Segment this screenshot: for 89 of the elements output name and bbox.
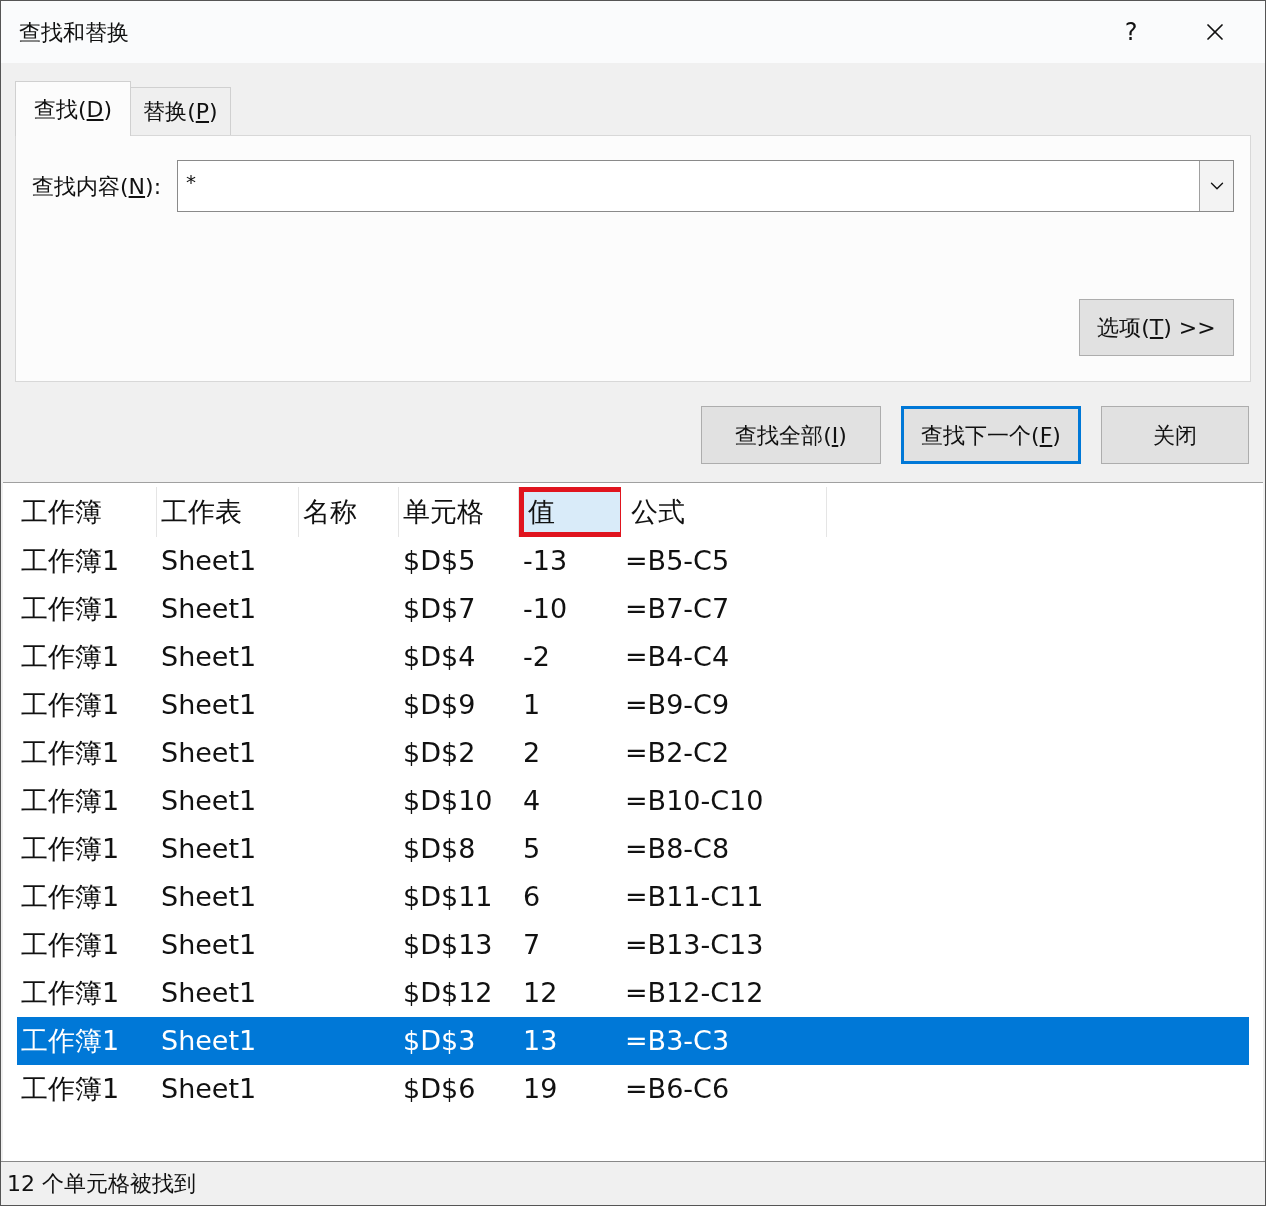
table-cell: 工作簿1 bbox=[21, 1072, 120, 1104]
table-cell: 工作簿1 bbox=[21, 544, 120, 576]
table-cell: 2 bbox=[523, 736, 541, 768]
result-row[interactable]: 工作簿1 Sheet1 $D$5 -13 =B5-C5 bbox=[17, 537, 1249, 585]
table-cell: 工作簿1 bbox=[21, 784, 120, 816]
result-row[interactable]: 工作簿1 Sheet1 $D$3 13 =B3-C3 bbox=[17, 1017, 1249, 1065]
table-cell: $D$11 bbox=[403, 880, 493, 912]
status-text: 12 个单元格被找到 bbox=[7, 1170, 196, 1198]
table-cell: 4 bbox=[523, 784, 541, 816]
table-cell: $D$13 bbox=[403, 928, 493, 960]
table-cell: $D$6 bbox=[403, 1072, 476, 1104]
table-cell: =B3-C3 bbox=[625, 1024, 730, 1056]
table-cell: $D$4 bbox=[403, 640, 476, 672]
find-combobox[interactable]: * bbox=[177, 160, 1234, 212]
column-header[interactable]: 公式 bbox=[627, 487, 827, 537]
table-cell: Sheet1 bbox=[161, 688, 257, 720]
tab[interactable]: 替换(P) bbox=[131, 87, 231, 135]
table-cell: Sheet1 bbox=[161, 640, 257, 672]
table-cell: -13 bbox=[523, 544, 568, 576]
result-row[interactable]: 工作簿1 Sheet1 $D$12 12 =B12-C12 bbox=[17, 969, 1249, 1017]
table-cell: 5 bbox=[523, 832, 541, 864]
table-cell: 13 bbox=[523, 1024, 558, 1056]
table-cell: 6 bbox=[523, 880, 541, 912]
table-cell: 工作簿1 bbox=[21, 1024, 120, 1056]
table-cell: 7 bbox=[523, 928, 541, 960]
table-cell: Sheet1 bbox=[161, 1024, 257, 1056]
table-cell: $D$3 bbox=[403, 1024, 476, 1056]
table-cell: Sheet1 bbox=[161, 832, 257, 864]
table-cell: 12 bbox=[523, 976, 558, 1008]
table-cell: 工作簿1 bbox=[21, 640, 120, 672]
table-cell: Sheet1 bbox=[161, 544, 257, 576]
table-cell: $D$8 bbox=[403, 832, 476, 864]
table-cell: 工作簿1 bbox=[21, 880, 120, 912]
dialog-button[interactable]: 查找下一个(F) bbox=[901, 406, 1081, 464]
table-cell: Sheet1 bbox=[161, 880, 257, 912]
table-cell: =B11-C11 bbox=[625, 880, 764, 912]
table-cell: 工作簿1 bbox=[21, 928, 120, 960]
dialog-button[interactable]: 查找全部(I) bbox=[701, 406, 881, 464]
table-cell: =B2-C2 bbox=[625, 736, 730, 768]
dialog-button[interactable]: 关闭 bbox=[1101, 406, 1249, 464]
table-cell: =B13-C13 bbox=[625, 928, 764, 960]
options-button[interactable]: 选项(T) >> bbox=[1079, 299, 1234, 356]
table-cell: $D$10 bbox=[403, 784, 493, 816]
table-cell: =B8-C8 bbox=[625, 832, 730, 864]
table-cell: 工作簿1 bbox=[21, 592, 120, 624]
result-row[interactable]: 工作簿1 Sheet1 $D$8 5 =B8-C8 bbox=[17, 825, 1249, 873]
table-cell: 工作簿1 bbox=[21, 976, 120, 1008]
window-title: 查找和替换 bbox=[19, 18, 130, 47]
table-cell: Sheet1 bbox=[161, 736, 257, 768]
table-cell: $D$5 bbox=[403, 544, 476, 576]
table-cell: =B12-C12 bbox=[625, 976, 764, 1008]
column-header[interactable]: 工作表 bbox=[157, 487, 299, 537]
table-cell: Sheet1 bbox=[161, 592, 257, 624]
table-cell: =B9-C9 bbox=[625, 688, 730, 720]
table-cell: -2 bbox=[523, 640, 550, 672]
tab[interactable]: 查找(D) bbox=[15, 81, 132, 136]
table-cell: 工作簿1 bbox=[21, 832, 120, 864]
table-cell: $D$2 bbox=[403, 736, 476, 768]
table-cell: =B10-C10 bbox=[625, 784, 764, 816]
find-label: 查找内容(N): bbox=[32, 172, 162, 201]
table-cell: =B4-C4 bbox=[625, 640, 730, 672]
table-cell: =B5-C5 bbox=[625, 544, 730, 576]
table-cell: 19 bbox=[523, 1072, 558, 1104]
table-cell: Sheet1 bbox=[161, 976, 257, 1008]
table-cell: =B7-C7 bbox=[625, 592, 730, 624]
table-cell: 工作簿1 bbox=[21, 688, 120, 720]
column-header[interactable]: 值 bbox=[519, 487, 621, 537]
table-cell: Sheet1 bbox=[161, 1072, 257, 1104]
table-cell: Sheet1 bbox=[161, 928, 257, 960]
table-cell: =B6-C6 bbox=[625, 1072, 730, 1104]
table-cell: -10 bbox=[523, 592, 568, 624]
result-row[interactable]: 工作簿1 Sheet1 $D$11 6 =B11-C11 bbox=[17, 873, 1249, 921]
result-row[interactable]: 工作簿1 Sheet1 $D$9 1 =B9-C9 bbox=[17, 681, 1249, 729]
column-header[interactable]: 名称 bbox=[299, 487, 399, 537]
find-value: * bbox=[185, 169, 198, 196]
result-row[interactable]: 工作簿1 Sheet1 $D$2 2 =B2-C2 bbox=[17, 729, 1249, 777]
result-row[interactable]: 工作簿1 Sheet1 $D$10 4 =B10-C10 bbox=[17, 777, 1249, 825]
table-cell: 1 bbox=[523, 688, 541, 720]
result-row[interactable]: 工作簿1 Sheet1 $D$13 7 =B13-C13 bbox=[17, 921, 1249, 969]
result-row[interactable]: 工作簿1 Sheet1 $D$4 -2 =B4-C4 bbox=[17, 633, 1249, 681]
result-row[interactable]: 工作簿1 Sheet1 $D$7 -10 =B7-C7 bbox=[17, 585, 1249, 633]
help-button[interactable]: ? bbox=[1111, 14, 1151, 50]
column-header[interactable]: 工作簿 bbox=[17, 487, 157, 537]
table-cell: $D$12 bbox=[403, 976, 493, 1008]
table-cell: $D$7 bbox=[403, 592, 476, 624]
table-cell: $D$9 bbox=[403, 688, 476, 720]
result-row[interactable]: 工作簿1 Sheet1 $D$6 19 =B6-C6 bbox=[17, 1065, 1249, 1113]
table-cell: Sheet1 bbox=[161, 784, 257, 816]
table-cell: 工作簿1 bbox=[21, 736, 120, 768]
